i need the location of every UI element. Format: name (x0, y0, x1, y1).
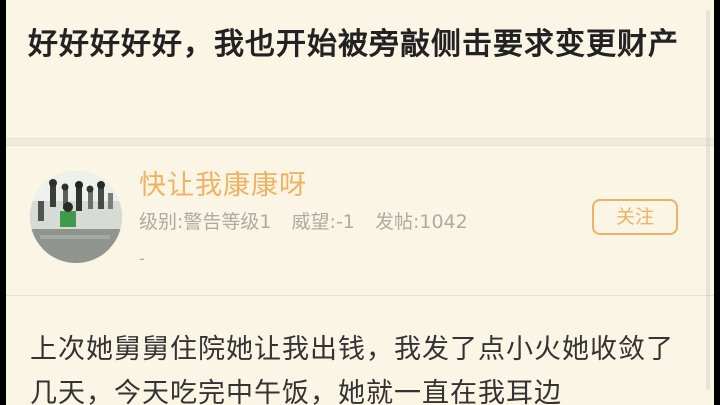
avatar[interactable] (30, 171, 122, 263)
post-page: 好好好好好，我也开始被旁敲侧击要求变更财产 快让我康康呀 级别:警告等级1 威望… (6, 0, 714, 405)
author-card: 快让我康康呀 级别:警告等级1 威望:-1 发帖:1042 - 关注 (6, 145, 714, 295)
author-post-count: 发帖:1042 (374, 211, 468, 233)
scrollbar[interactable] (706, 10, 710, 390)
post-header: 好好好好好，我也开始被旁敲侧击要求变更财产 (28, 20, 688, 70)
author-signature: - (139, 249, 145, 268)
follow-button[interactable]: 关注 (592, 199, 678, 235)
post-title: 好好好好好，我也开始被旁敲侧击要求变更财产 (28, 27, 679, 62)
author-level: 级别:警告等级1 (139, 211, 272, 233)
author-prestige: 威望:-1 (291, 211, 355, 233)
content-divider (6, 295, 714, 296)
avatar-photo-icon (30, 171, 122, 263)
author-name[interactable]: 快让我康康呀 (139, 163, 307, 202)
screen: 好好好好好，我也开始被旁敲侧击要求变更财产 快让我康康呀 级别:警告等级1 威望… (0, 0, 720, 405)
post-body: 上次她舅舅住院她让我出钱，我发了点小火她收敛了几天，今天吃完中午饭，她就一直在我… (30, 334, 674, 405)
author-stats: 级别:警告等级1 威望:-1 发帖:1042 (139, 207, 482, 234)
